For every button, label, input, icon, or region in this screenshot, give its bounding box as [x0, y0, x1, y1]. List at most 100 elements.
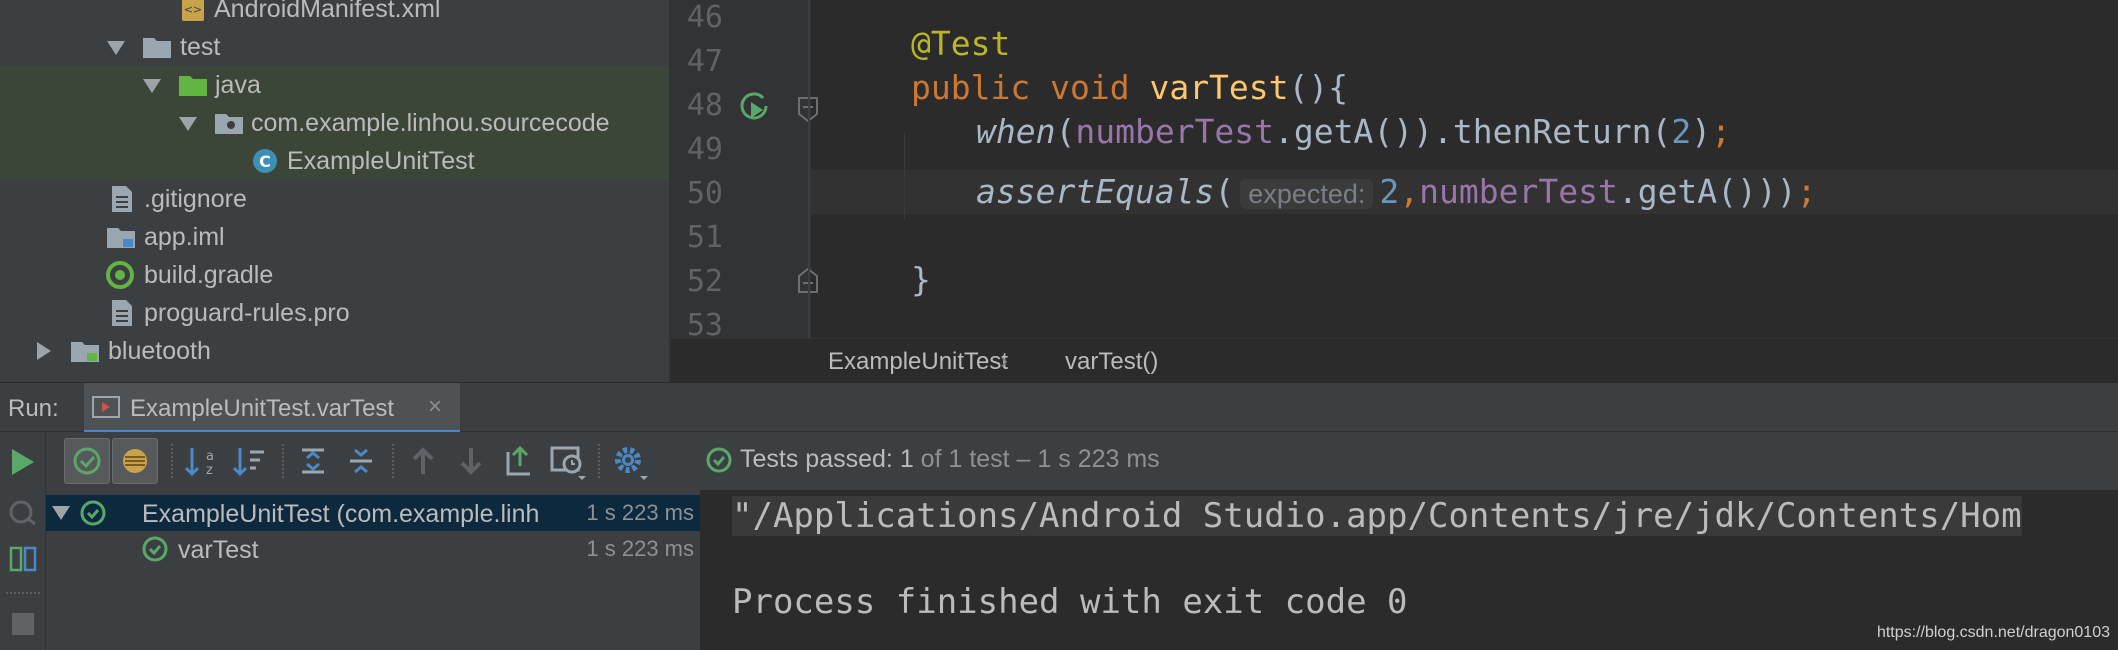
chevron-down-icon[interactable] — [179, 117, 197, 131]
tree-item-label: .gitignore — [144, 184, 247, 213]
status-passed-count: 1 — [899, 445, 914, 473]
line-number: 53 — [686, 308, 723, 338]
run-config-icon — [92, 395, 120, 419]
svg-text:a: a — [206, 449, 214, 464]
class-icon: C — [252, 148, 278, 174]
tree-item-label: com.example.linhou.sourcecode — [251, 108, 610, 137]
collapse-all-button[interactable] — [338, 438, 384, 484]
tree-item-label: proguard-rules.pro — [144, 298, 350, 327]
line-number: 47 — [686, 44, 723, 79]
test-duration: 1 s 223 ms — [586, 536, 694, 561]
tree-item-gitignore[interactable]: .gitignore — [0, 180, 669, 218]
tree-item-label: app.iml — [144, 222, 225, 251]
status-prefix: Tests passed: — [740, 445, 893, 473]
code-line-50: assertEquals(expected: 2,numberTest.getA(… — [976, 172, 1817, 211]
next-failed-button[interactable] — [448, 438, 494, 484]
code-editor[interactable]: 46 47 48 49 50 51 52 53 @Test public voi… — [671, 0, 2118, 338]
test-results-tree: ExampleUnitTest (com.example.linh 1 s 22… — [46, 490, 700, 650]
module-file-icon — [106, 225, 136, 249]
code-line-52: } — [911, 260, 931, 299]
test-duration: 1 s 223 ms — [586, 500, 694, 525]
sort-alphabetically-button[interactable]: az — [178, 438, 224, 484]
breadcrumb: ExampleUnitTest › varTest() — [671, 338, 2118, 382]
folder-icon — [142, 35, 172, 59]
breadcrumb-class[interactable]: ExampleUnitTest — [828, 348, 1008, 376]
gear-icon — [615, 447, 648, 480]
source-folder-icon — [178, 73, 208, 97]
test-runner-toolbar: az Tests passed: 1 of 1 test – 1 s 223 m… — [46, 432, 2118, 490]
code-line-49: when(numberTest.getA()).thenReturn(2); — [976, 112, 1732, 151]
expand-all-button[interactable] — [290, 438, 336, 484]
close-icon[interactable]: × — [428, 393, 442, 421]
test-case-row[interactable]: varTest 1 s 223 ms — [46, 531, 700, 567]
run-tab[interactable]: ExampleUnitTest.varTest × — [84, 383, 460, 433]
toolbar-separator — [6, 592, 40, 594]
editor-gutter[interactable]: 46 47 48 49 50 51 52 53 — [671, 0, 818, 338]
passed-check-icon — [142, 536, 168, 562]
tree-item-java[interactable]: java — [0, 66, 669, 104]
line-number: 50 — [686, 176, 723, 211]
console-command-line: "/Applications/Android Studio.app/Conten… — [732, 496, 2022, 536]
chevron-down-icon[interactable] — [107, 41, 125, 55]
tree-item-test[interactable]: test — [0, 28, 669, 66]
svg-text:C: C — [259, 152, 271, 171]
test-status: Tests passed: 1 of 1 test – 1 s 223 ms — [706, 445, 1160, 474]
run-label: Run: — [8, 395, 59, 422]
tree-item-app-iml[interactable]: app.iml — [0, 218, 669, 256]
line-number: 51 — [686, 220, 723, 255]
show-ignored-button[interactable] — [112, 438, 158, 484]
chevron-down-icon[interactable] — [143, 79, 161, 93]
run-side-toolbar — [0, 432, 46, 650]
indent-guide — [904, 132, 905, 220]
console-output[interactable]: "/Applications/Android Studio.app/Conten… — [702, 490, 2118, 650]
project-tree: <> AndroidManifest.xml test java com.exa… — [0, 0, 669, 382]
breadcrumb-method[interactable]: varTest() — [1065, 348, 1158, 376]
passed-check-icon — [80, 500, 106, 526]
tree-item-androidmanifest[interactable]: <> AndroidManifest.xml — [0, 0, 669, 28]
gradle-icon — [106, 261, 134, 289]
toolbar-separator — [598, 444, 600, 478]
toggle-auto-test-icon[interactable] — [9, 544, 37, 574]
tree-item-label: bluetooth — [108, 336, 211, 365]
test-case-label: varTest — [178, 536, 259, 564]
tree-item-proguard[interactable]: proguard-rules.pro — [0, 294, 669, 332]
line-number: 46 — [686, 0, 723, 35]
rerun-icon[interactable] — [10, 447, 36, 477]
toolbar-separator — [171, 444, 173, 478]
line-number: 52 — [686, 264, 723, 299]
export-results-button[interactable] — [496, 438, 542, 484]
test-suite-label: ExampleUnitTest (com.example.linh — [142, 500, 540, 528]
chevron-down-icon[interactable] — [52, 506, 70, 520]
breadcrumb-separator: › — [1000, 347, 1008, 374]
module-folder-icon — [70, 339, 100, 363]
show-passed-button[interactable] — [64, 438, 110, 484]
watermark: https://blog.csdn.net/dragon0103 — [1876, 624, 2110, 641]
stop-icon[interactable] — [11, 612, 35, 636]
test-suite-row[interactable]: ExampleUnitTest (com.example.linh 1 s 22… — [46, 495, 700, 531]
previous-failed-button[interactable] — [400, 438, 446, 484]
gutter-separator — [808, 0, 810, 338]
tree-item-label: build.gradle — [144, 260, 274, 289]
test-history-button[interactable] — [544, 438, 590, 484]
chevron-right-icon[interactable] — [37, 342, 51, 360]
svg-text:z: z — [206, 463, 213, 478]
tree-item-label: AndroidManifest.xml — [214, 0, 441, 23]
tree-item-exampleunittest[interactable]: C ExampleUnitTest — [0, 142, 669, 180]
sort-by-duration-button[interactable] — [226, 438, 272, 484]
tree-item-label: ExampleUnitTest — [287, 146, 475, 175]
code-line-47: @Test — [911, 24, 1011, 63]
svg-text:<>: <> — [184, 3, 202, 16]
tree-item-bluetooth[interactable]: bluetooth — [0, 332, 669, 370]
line-number: 48 — [686, 88, 723, 123]
tree-item-label: test — [180, 32, 221, 61]
status-detail: of 1 test – 1 s 223 ms — [920, 445, 1160, 473]
settings-gear-button[interactable] — [606, 438, 652, 484]
tree-item-package[interactable]: com.example.linhou.sourcecode — [0, 104, 669, 142]
parameter-hint: expected: — [1240, 179, 1374, 209]
code-line-48: public void varTest(){ — [911, 68, 1349, 107]
xml-file-icon: <> — [181, 0, 205, 22]
rerun-failed-icon[interactable] — [9, 498, 37, 526]
run-test-gutter-icon[interactable] — [737, 90, 771, 124]
run-tool-window-header: Run: ExampleUnitTest.varTest × — [0, 382, 2118, 433]
tree-item-build-gradle[interactable]: build.gradle — [0, 256, 669, 294]
